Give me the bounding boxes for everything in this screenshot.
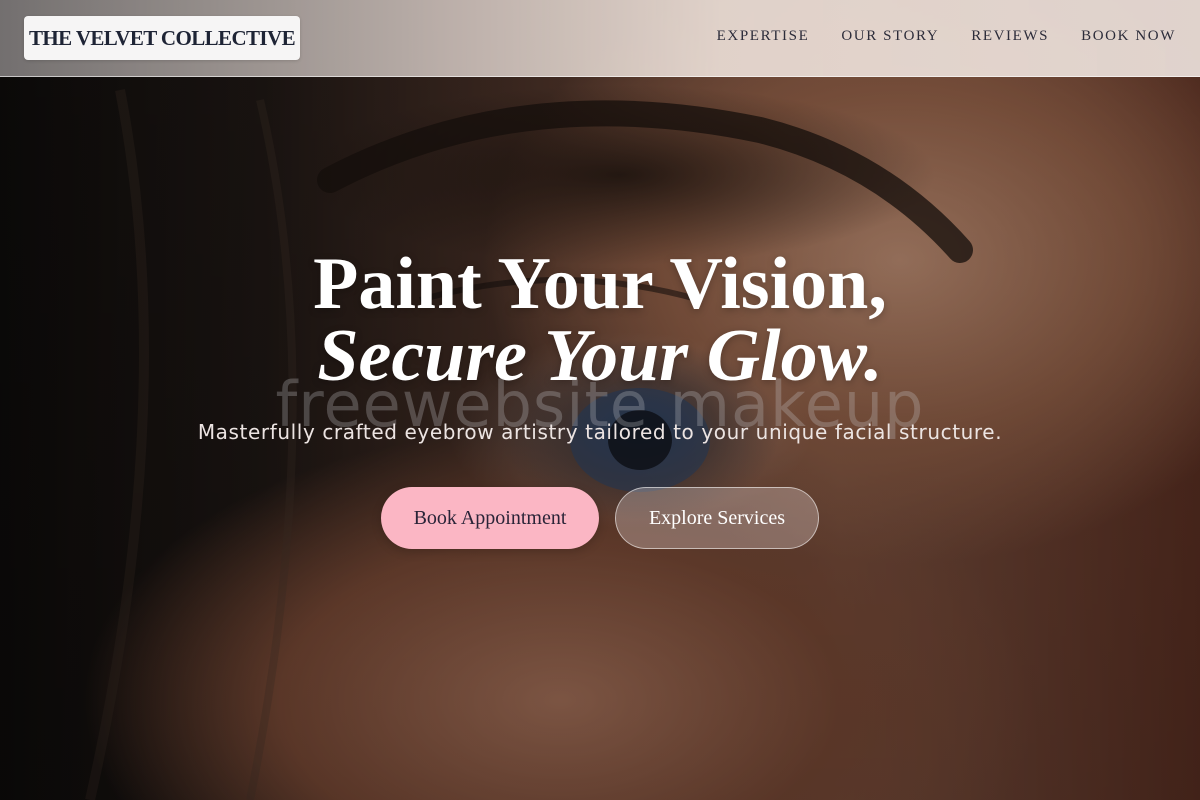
nav-link-reviews[interactable]: REVIEWS xyxy=(971,28,1049,45)
main-nav: EXPERTISE OUR STORY REVIEWS BOOK NOW xyxy=(717,28,1176,45)
nav-link-expertise[interactable]: EXPERTISE xyxy=(717,28,810,45)
hero-subtitle: Masterfully crafted eyebrow artistry tai… xyxy=(197,420,1003,444)
hero-title-line-1: Paint Your Vision, xyxy=(313,243,887,325)
brand-logo[interactable]: THE VELVET COLLECTIVE xyxy=(24,16,300,60)
nav-link-book-now[interactable]: BOOK NOW xyxy=(1081,28,1176,45)
book-appointment-button[interactable]: Book Appointment xyxy=(381,487,599,549)
explore-services-button[interactable]: Explore Services xyxy=(615,487,819,549)
site-header: THE VELVET COLLECTIVE EXPERTISE OUR STOR… xyxy=(0,0,1200,77)
nav-link-our-story[interactable]: OUR STORY xyxy=(841,28,939,45)
